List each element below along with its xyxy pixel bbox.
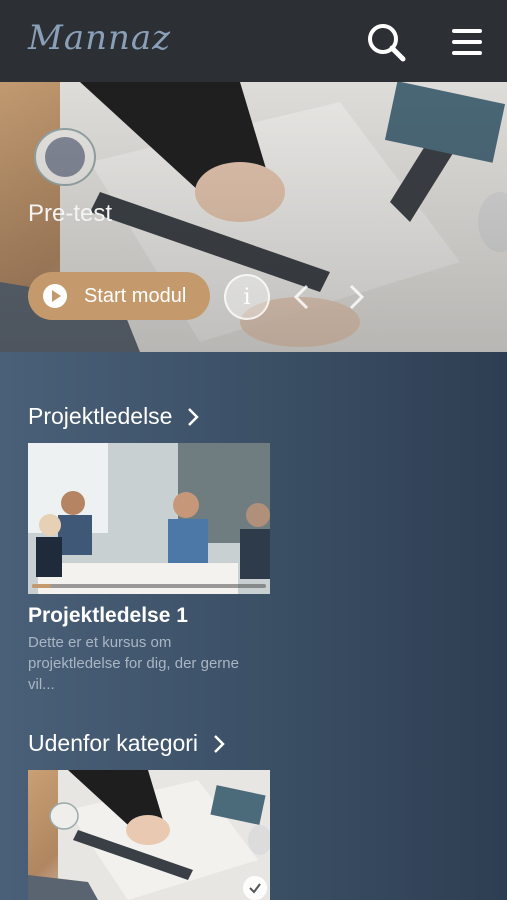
- menu-button[interactable]: [444, 20, 488, 64]
- course-card-thumbnail[interactable]: [28, 770, 270, 900]
- hero-banner: Pre-test Start modul i: [0, 82, 507, 352]
- start-module-label: Start modul: [84, 284, 187, 307]
- chevron-right-icon[interactable]: [344, 282, 368, 312]
- course-progress-bar: [32, 584, 266, 588]
- logo[interactable]: Mannaz: [28, 18, 171, 58]
- info-button[interactable]: i: [224, 274, 270, 320]
- app-header: Mannaz: [0, 0, 507, 82]
- section-title-udenfor-kategori[interactable]: Udenfor kategori: [28, 730, 226, 757]
- start-module-button[interactable]: Start modul: [28, 272, 210, 320]
- play-icon: [43, 284, 67, 308]
- completed-check-badge: [243, 876, 267, 900]
- search-button[interactable]: [364, 20, 408, 64]
- chevron-right-icon: [188, 407, 200, 426]
- section-label: Projektledelse: [28, 403, 173, 429]
- chevron-left-icon[interactable]: [290, 282, 314, 312]
- course-description: Dette er et kursus om projektledelse for…: [28, 634, 239, 693]
- hero-title: Pre-test: [28, 200, 113, 227]
- section-label: Udenfor kategori: [28, 730, 199, 756]
- course-card-thumbnail[interactable]: [28, 443, 270, 594]
- search-icon: [368, 24, 406, 62]
- course-title[interactable]: Projektledelse 1: [28, 604, 188, 628]
- course-image: [28, 443, 270, 594]
- section-title-projektledelse[interactable]: Projektledelse: [28, 403, 200, 430]
- course-image: [28, 770, 270, 900]
- checkmark-icon: [249, 883, 261, 894]
- chevron-right-icon: [214, 734, 225, 753]
- course-progress-fill: [32, 584, 51, 588]
- hamburger-menu-icon: [452, 29, 482, 55]
